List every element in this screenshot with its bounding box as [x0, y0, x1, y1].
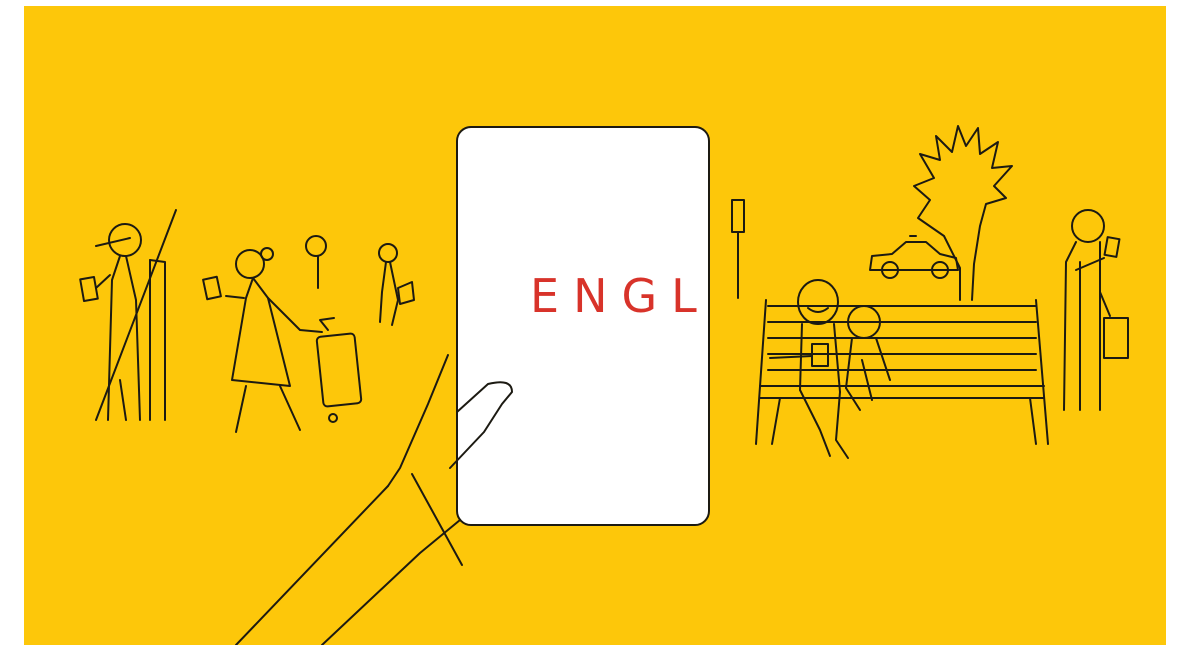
illustration-svg: ENGL [24, 6, 1166, 645]
tablet-screen-text: ENGL [530, 269, 711, 323]
tablet: ENGL [456, 126, 711, 526]
illustration-canvas: ENGL [0, 0, 1185, 645]
